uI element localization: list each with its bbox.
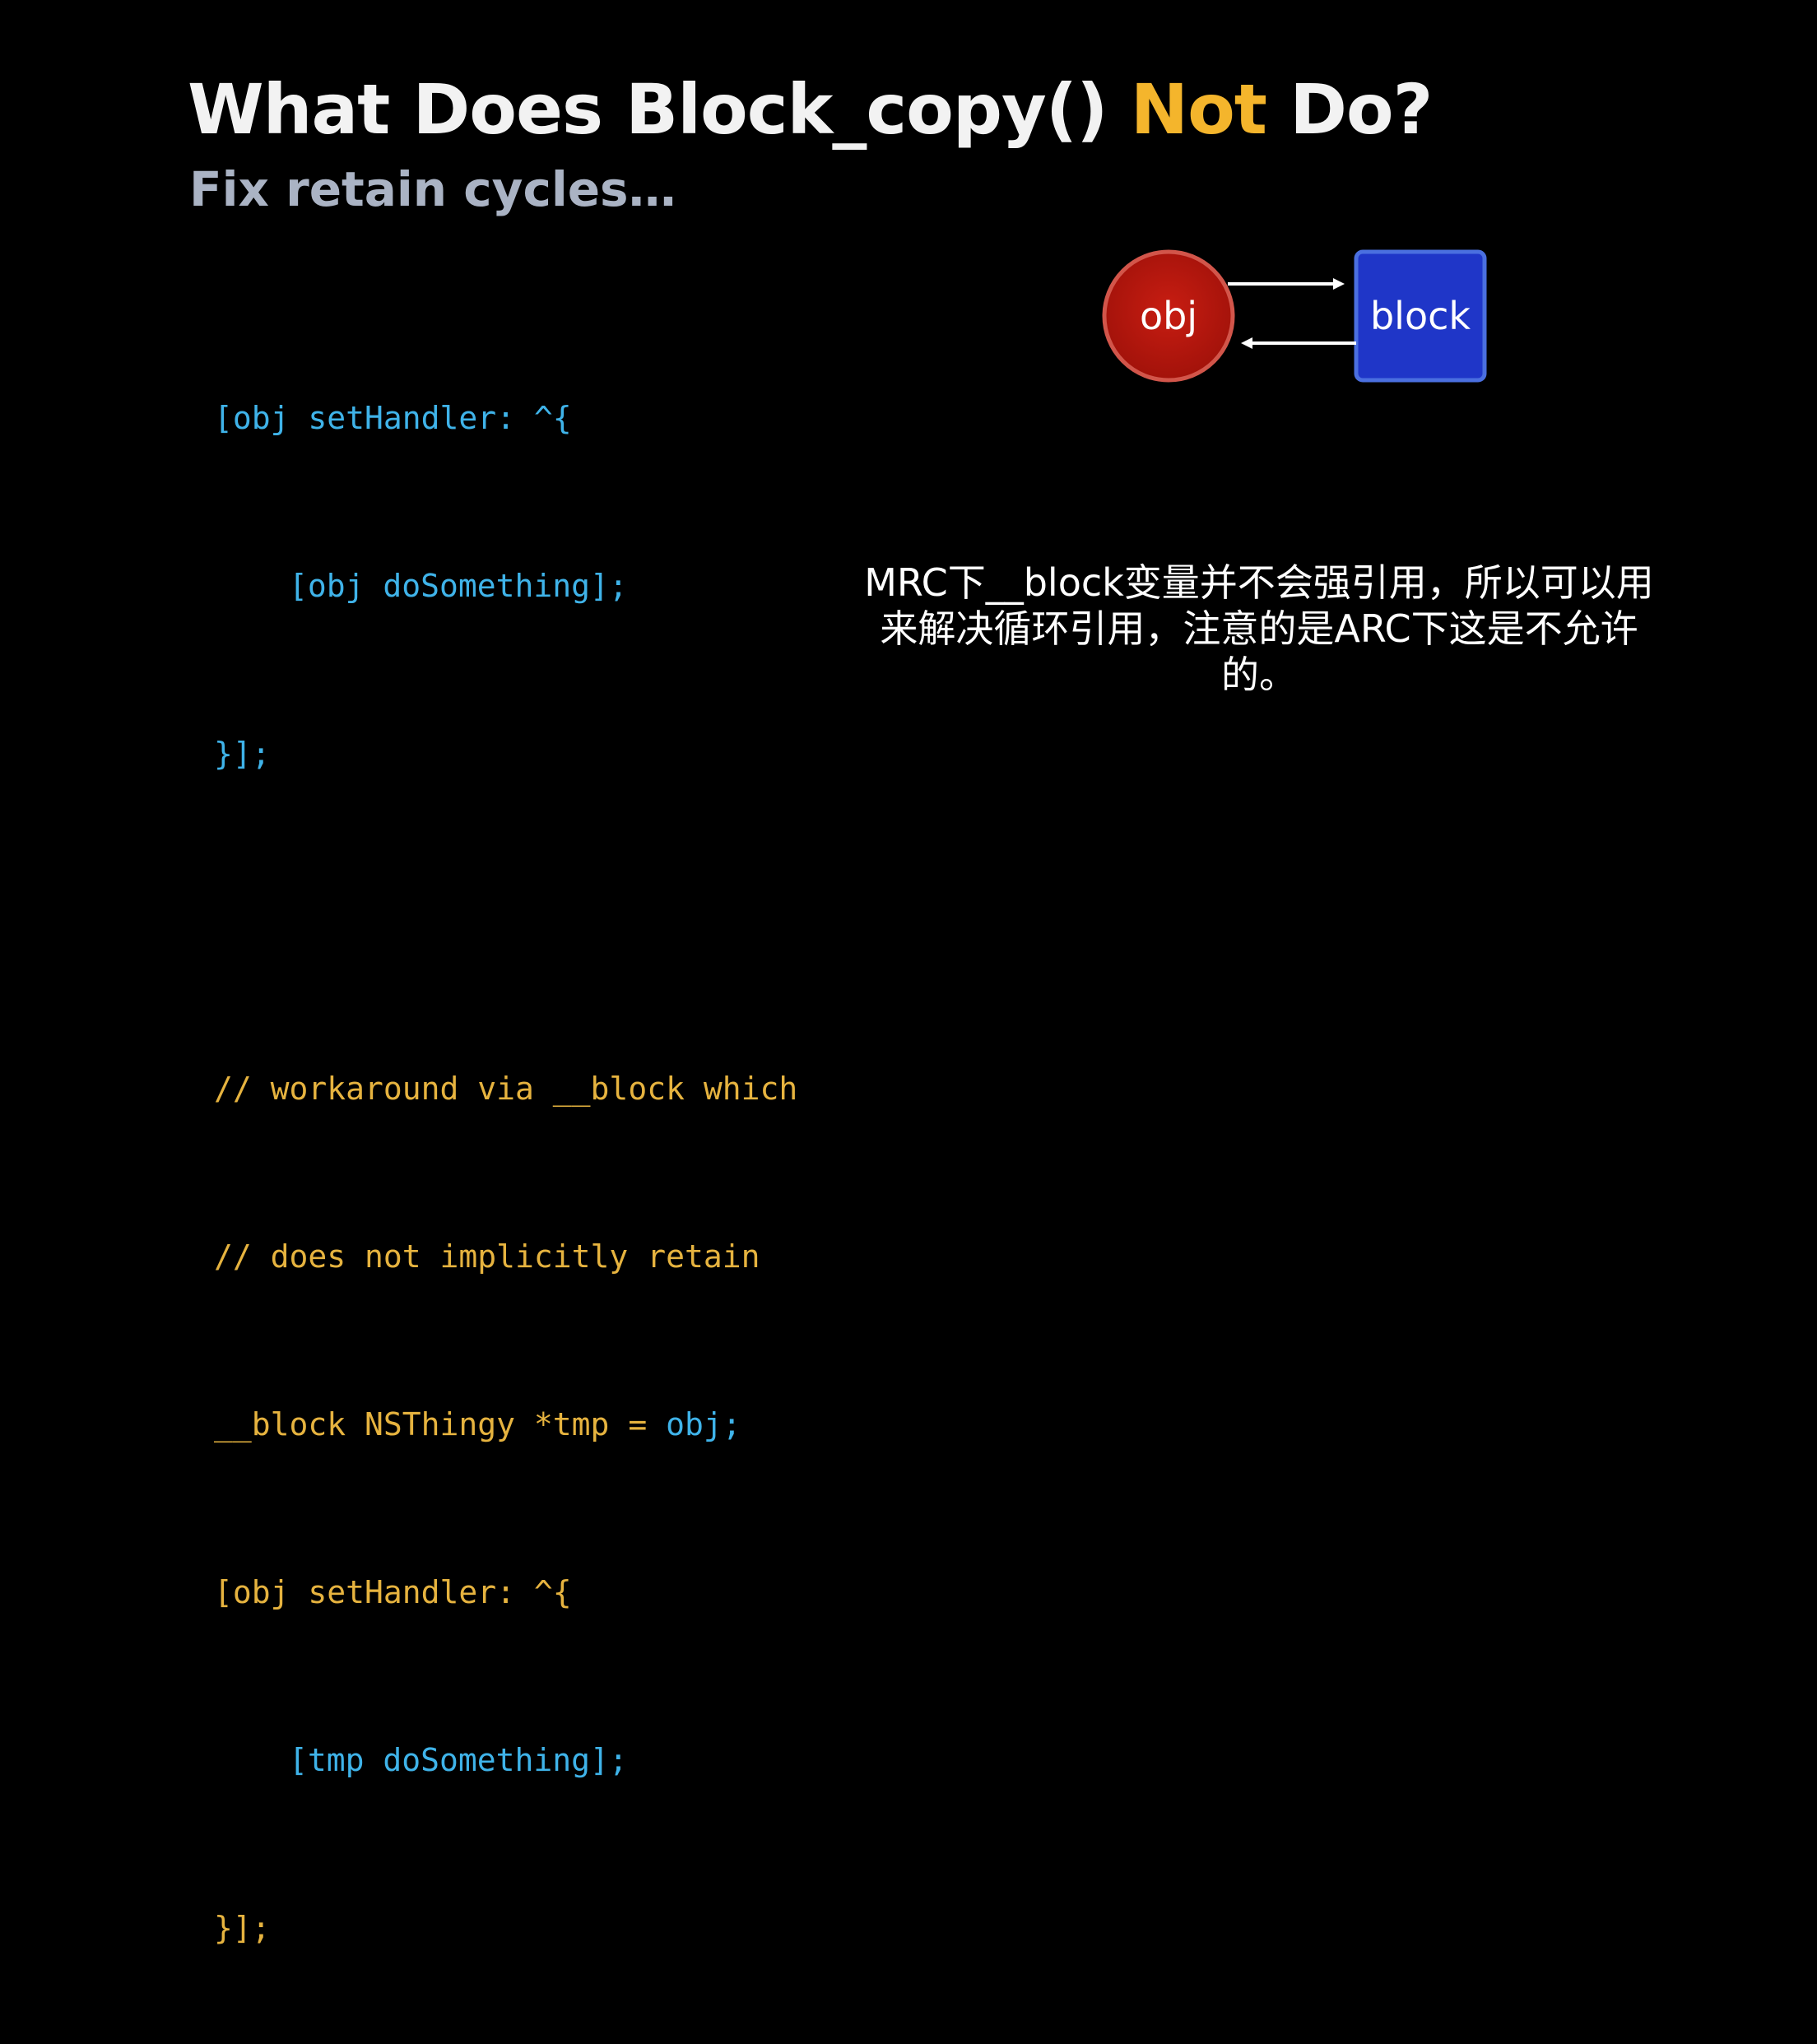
annotation-caption: MRC下__block变量并不会强引用，所以可以用来解决循环引用，注意的是ARC… bbox=[864, 560, 1654, 697]
code-line: [obj setHandler: ^{ bbox=[214, 400, 572, 436]
code-declaration: __block NSThingy *tmp = bbox=[214, 1406, 667, 1442]
code-comment: // workaround via __block which bbox=[214, 1071, 798, 1107]
code-listing: [obj setHandler: ^{ [obj doSomething]; }… bbox=[214, 278, 797, 2044]
code-line: }]; bbox=[214, 736, 271, 772]
block-node-label: block bbox=[1370, 294, 1471, 338]
retain-cycle-diagram: obj block bbox=[1102, 249, 1487, 383]
slide-title: What Does Block_copy() Not Do? bbox=[188, 64, 1433, 155]
code-comment: // does not implicitly retain bbox=[214, 1238, 760, 1275]
slide: What Does Block_copy() Not Do? Fix retai… bbox=[0, 0, 1817, 1946]
slide-subtitle: Fix retain cycles… bbox=[189, 161, 676, 217]
title-highlight: Not bbox=[1130, 69, 1267, 150]
code-line: __block NSThingy *tmp = obj; bbox=[214, 1396, 797, 1452]
code-identifier: obj; bbox=[666, 1406, 741, 1442]
code-line: [obj setHandler: ^{ bbox=[214, 1574, 572, 1610]
obj-node-label: obj bbox=[1140, 294, 1197, 338]
code-line: [tmp doSomething]; bbox=[289, 1742, 628, 1778]
arrow-head-right-icon bbox=[1333, 278, 1345, 290]
title-part-2: Do? bbox=[1266, 69, 1433, 150]
code-line: }]; bbox=[214, 1910, 271, 1946]
code-line: [obj doSomething]; bbox=[289, 568, 628, 604]
arrow-head-left-icon bbox=[1241, 337, 1252, 349]
title-part-1: What Does Block_copy() bbox=[188, 69, 1131, 150]
